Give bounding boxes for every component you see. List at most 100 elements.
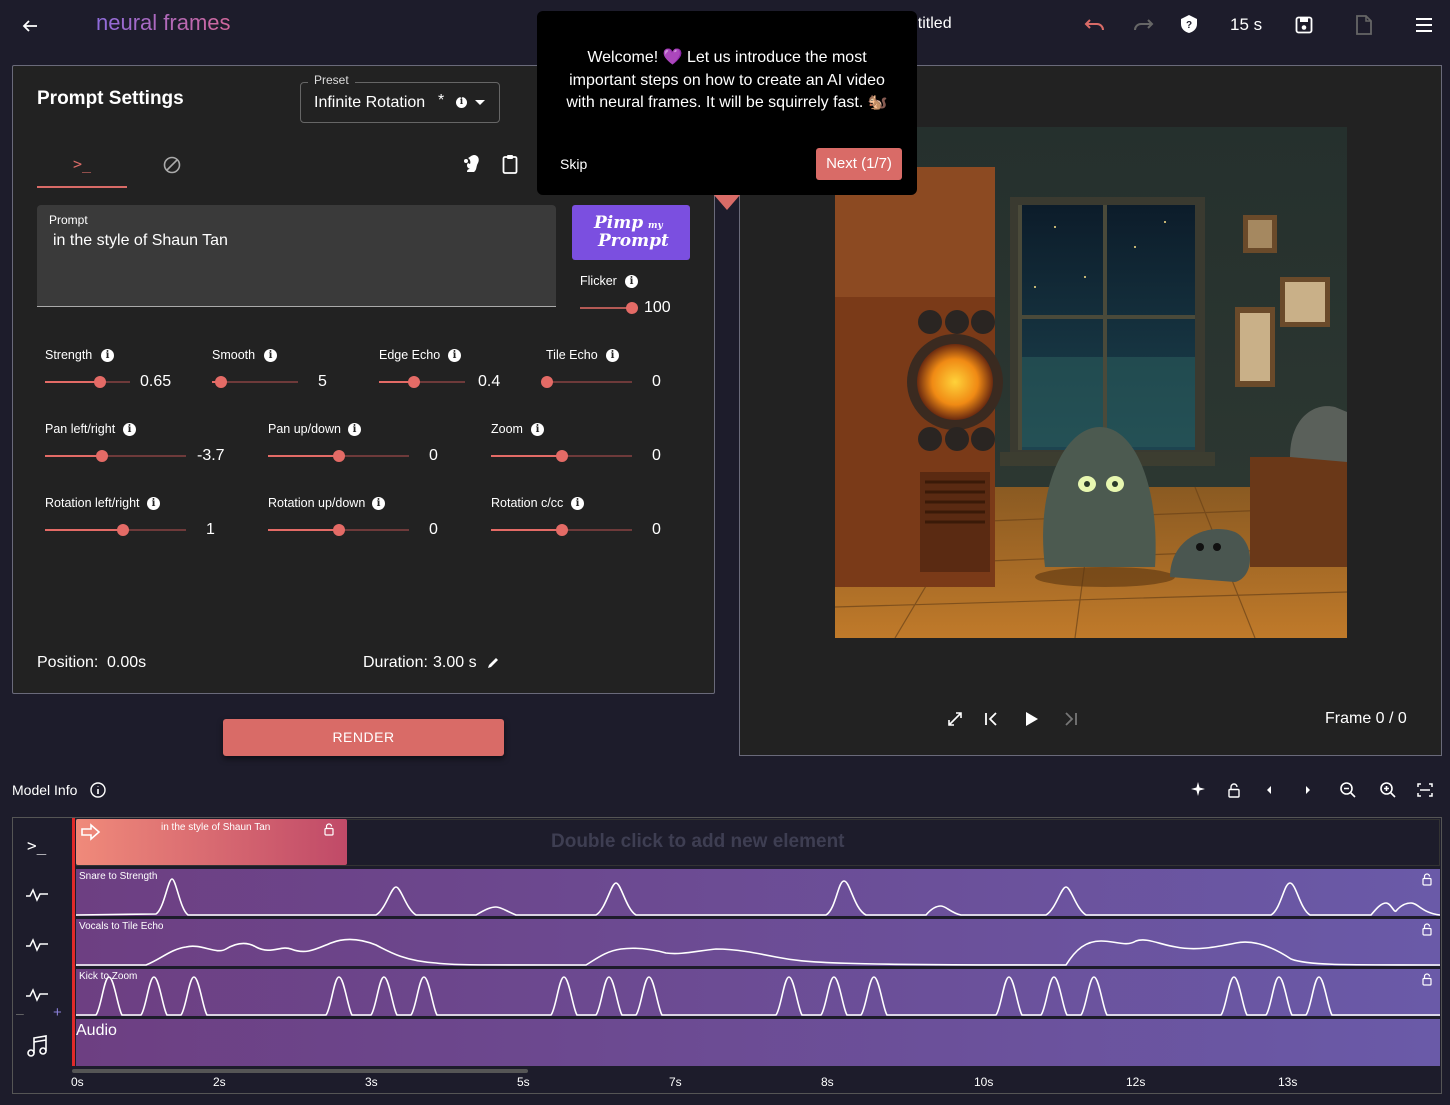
strength-info-icon[interactable]: i <box>101 349 114 362</box>
caret-left-icon[interactable] <box>1260 780 1278 800</box>
pan-left-right-info-icon[interactable]: i <box>123 423 136 436</box>
waveform <box>76 878 1440 916</box>
video-duration[interactable]: 15 s <box>1230 15 1262 35</box>
flicker-slider-thumb[interactable] <box>626 302 638 314</box>
pan-left-right-label: Pan left/right <box>45 422 116 436</box>
skip-forward-icon[interactable] <box>1061 709 1081 729</box>
edge-echo-slider-thumb[interactable] <box>408 376 420 388</box>
rotation-up-down-slider[interactable] <box>268 524 409 536</box>
skip-back-icon[interactable] <box>981 709 1001 729</box>
rotation-up-down-label: Rotation up/down <box>268 496 366 510</box>
preset-info-icon[interactable]: i <box>456 97 467 108</box>
undo-icon[interactable] <box>1082 12 1108 38</box>
skip-button[interactable]: Skip <box>560 156 587 172</box>
rotation-left-right-label: Rotation left/right <box>45 496 140 510</box>
prompt-lane-icon: >_ <box>27 836 47 855</box>
render-button[interactable]: RENDER <box>223 719 504 756</box>
help-shield-icon[interactable]: ? <box>1177 11 1201 37</box>
lane-snare-to-strength[interactable]: Snare to Strength <box>76 869 1440 916</box>
brand-logo[interactable]: neural frames <box>96 10 231 36</box>
tab-prompt[interactable]: >_ <box>37 150 127 188</box>
tick-label: 7s <box>669 1075 682 1089</box>
sparkle-icon[interactable] <box>1187 779 1209 801</box>
rotation-left-right-slider[interactable] <box>45 524 186 536</box>
unlock-icon[interactable] <box>1224 780 1244 800</box>
position-label: Position: <box>37 654 99 671</box>
clipboard-icon[interactable] <box>498 151 522 177</box>
smooth-slider[interactable] <box>212 376 298 388</box>
pan-left-right-slider-thumb[interactable] <box>96 450 108 462</box>
save-icon[interactable] <box>1292 12 1316 38</box>
rotation-c-cc-slider-thumb[interactable] <box>556 524 568 536</box>
rotation-c-cc-slider[interactable] <box>491 524 632 536</box>
save-as-icon[interactable] <box>1352 12 1376 38</box>
zoom-label: Zoom <box>491 422 523 436</box>
tick-label: 10s <box>974 1075 994 1089</box>
menu-icon[interactable] <box>1412 13 1436 37</box>
pan-left-right-slider[interactable] <box>45 450 186 462</box>
music-note-icon <box>24 1033 50 1059</box>
tile-echo-slider-thumb[interactable] <box>541 376 553 388</box>
tile-echo-slider[interactable] <box>541 376 632 388</box>
edge-echo-info-icon[interactable]: i <box>448 349 461 362</box>
rotation-left-right-info-icon[interactable]: i <box>147 497 160 510</box>
forbidden-icon <box>163 156 181 174</box>
smooth-slider-thumb[interactable] <box>215 376 227 388</box>
duration-label: Duration: <box>363 654 428 671</box>
play-icon[interactable] <box>1021 708 1043 730</box>
remove-lane-icon[interactable]: – <box>16 1005 24 1021</box>
back-arrow-icon[interactable] <box>18 14 42 38</box>
fit-timeline-icon[interactable] <box>1415 780 1435 800</box>
tile-echo-info-icon[interactable]: i <box>606 349 619 362</box>
lane-unlock-icon[interactable] <box>1422 873 1432 891</box>
zoom-info-icon[interactable]: i <box>531 423 544 436</box>
strength-slider[interactable] <box>45 376 130 388</box>
edit-pencil-icon[interactable] <box>485 654 501 670</box>
model-info-label[interactable]: Model Info <box>12 782 77 798</box>
smooth-info-icon[interactable]: i <box>264 349 277 362</box>
squirrel-icon[interactable] <box>458 150 484 176</box>
lane-unlock-icon[interactable] <box>1422 973 1432 991</box>
fullscreen-icon[interactable] <box>945 709 965 729</box>
pan-up-down-info-icon[interactable]: i <box>348 423 361 436</box>
prompt-settings-title: Prompt Settings <box>37 88 184 109</box>
flicker-info-icon[interactable]: i <box>625 275 638 288</box>
add-lane-icon[interactable]: + <box>53 1004 62 1021</box>
rotation-left-right-slider-thumb[interactable] <box>117 524 129 536</box>
pimp-word: Pimp <box>594 213 644 233</box>
clip-unlock-icon[interactable] <box>324 823 334 841</box>
pan-up-down-value: 0 <box>429 447 438 464</box>
caret-right-icon[interactable] <box>1299 780 1317 800</box>
zoom-slider-thumb[interactable] <box>556 450 568 462</box>
lane-kick-to-zoom[interactable]: Kick to Zoom <box>76 969 1440 1016</box>
model-info-icon[interactable] <box>89 781 107 799</box>
rotation-c-cc-value: 0 <box>652 521 661 538</box>
lane-unlock-icon[interactable] <box>1422 923 1432 941</box>
rotation-c-cc-info-icon[interactable]: i <box>571 497 584 510</box>
timeline-scrollbar[interactable] <box>72 1069 528 1073</box>
zoom-out-icon[interactable] <box>1337 779 1359 801</box>
rotation-up-down-info-icon[interactable]: i <box>372 497 385 510</box>
prompt-clip[interactable]: in the style of Shaun Tan <box>76 819 347 865</box>
strength-slider-thumb[interactable] <box>94 376 106 388</box>
lane-vocals-to-tile-echo[interactable]: Vocals to Tile Echo <box>76 919 1440 966</box>
tile-echo-value: 0 <box>652 373 661 390</box>
rotation-up-down-slider-thumb[interactable] <box>333 524 345 536</box>
pan-up-down-slider[interactable] <box>268 450 409 462</box>
prompt-input[interactable] <box>37 205 556 307</box>
prompt-word: Prompt <box>598 231 669 251</box>
flicker-slider[interactable] <box>580 302 638 314</box>
audio-lane[interactable]: Audio <box>76 1019 1440 1066</box>
playhead[interactable] <box>72 818 75 1066</box>
preset-value[interactable]: Infinite Rotation <box>314 94 425 112</box>
zoom-slider[interactable] <box>491 450 632 462</box>
prompt-text[interactable]: in the style of Shaun Tan <box>53 232 228 250</box>
pimp-my-prompt-button[interactable]: Pimp my Prompt <box>572 205 690 260</box>
pan-up-down-slider-thumb[interactable] <box>333 450 345 462</box>
chevron-down-icon[interactable] <box>475 100 485 105</box>
next-button[interactable]: Next (1/7) <box>816 148 902 180</box>
zoom-in-icon[interactable] <box>1377 779 1399 801</box>
tab-negative[interactable] <box>160 153 184 177</box>
redo-icon[interactable] <box>1130 12 1156 38</box>
edge-echo-slider[interactable] <box>379 376 465 388</box>
